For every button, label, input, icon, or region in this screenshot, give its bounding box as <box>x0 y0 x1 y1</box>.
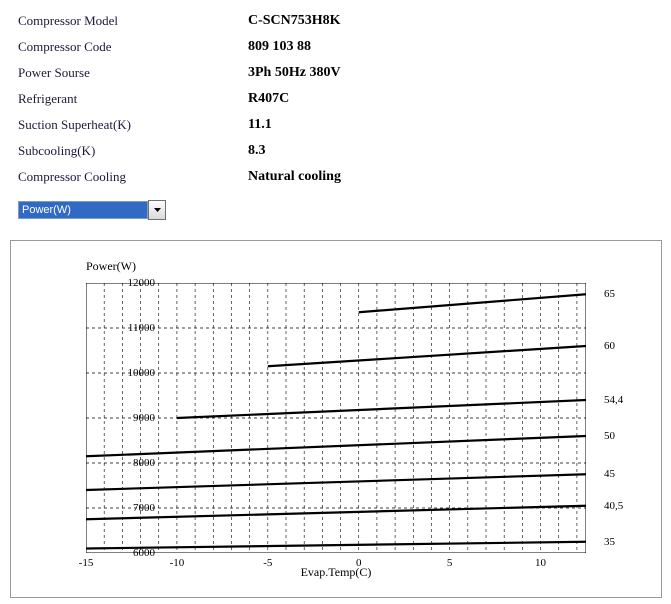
y-tick-label: 7000 <box>95 502 155 514</box>
series-label: 40,5 <box>604 500 623 512</box>
spec-row: Suction Superheat(K) 11.1 <box>18 112 658 138</box>
x-tick-label: -10 <box>157 557 197 569</box>
variable-select[interactable]: Power(W) <box>18 200 166 220</box>
spec-value: R407C <box>248 91 289 107</box>
x-tick-label: -5 <box>248 557 288 569</box>
x-tick-label: 0 <box>339 557 379 569</box>
chevron-down-icon <box>154 208 161 212</box>
series-label: 50 <box>604 430 615 442</box>
x-tick-label: 10 <box>521 557 561 569</box>
series-label: 54,4 <box>604 394 623 406</box>
chart-panel: Power(W) Evap.Temp(C) 600070008000900010… <box>10 240 662 598</box>
series-label: 60 <box>604 340 615 352</box>
spec-row: Power Sourse 3Ph 50Hz 380V <box>18 60 658 86</box>
spec-label: Subcooling(K) <box>18 143 248 159</box>
y-tick-label: 8000 <box>95 457 155 469</box>
spec-value: C-SCN753H8K <box>248 13 341 29</box>
dropdown-button[interactable] <box>148 200 166 220</box>
spec-value: 11.1 <box>248 117 272 133</box>
x-tick-label: -15 <box>66 557 106 569</box>
spec-label: Suction Superheat(K) <box>18 117 248 133</box>
spec-value: 809 103 88 <box>248 39 311 55</box>
spec-value: Natural cooling <box>248 169 341 185</box>
chart-y-title: Power(W) <box>86 259 136 274</box>
spec-value: 8.3 <box>248 143 266 159</box>
spec-label: Compressor Code <box>18 39 248 55</box>
chart-x-title: Evap.Temp(C) <box>11 565 661 580</box>
spec-row: Compressor Model C-SCN753H8K <box>18 8 658 34</box>
spec-label: Compressor Model <box>18 13 248 29</box>
spec-label: Compressor Cooling <box>18 169 248 185</box>
spec-value: 3Ph 50Hz 380V <box>248 65 341 81</box>
y-tick-label: 11000 <box>95 322 155 334</box>
series-label: 65 <box>604 288 615 300</box>
series-label: 35 <box>604 536 615 548</box>
spec-row: Subcooling(K) 8.3 <box>18 138 658 164</box>
spec-row: Compressor Code 809 103 88 <box>18 34 658 60</box>
variable-select-value[interactable]: Power(W) <box>18 201 148 219</box>
series-label: 45 <box>604 468 615 480</box>
chart-plot <box>86 283 586 553</box>
y-tick-label: 9000 <box>95 412 155 424</box>
spec-row: Compressor Cooling Natural cooling <box>18 164 658 190</box>
spec-label: Refrigerant <box>18 91 248 107</box>
spec-row: Refrigerant R407C <box>18 86 658 112</box>
spec-table: Compressor Model C-SCN753H8K Compressor … <box>18 8 658 190</box>
x-tick-label: 5 <box>430 557 470 569</box>
y-tick-label: 12000 <box>95 277 155 289</box>
y-tick-label: 10000 <box>95 367 155 379</box>
spec-label: Power Sourse <box>18 65 248 81</box>
